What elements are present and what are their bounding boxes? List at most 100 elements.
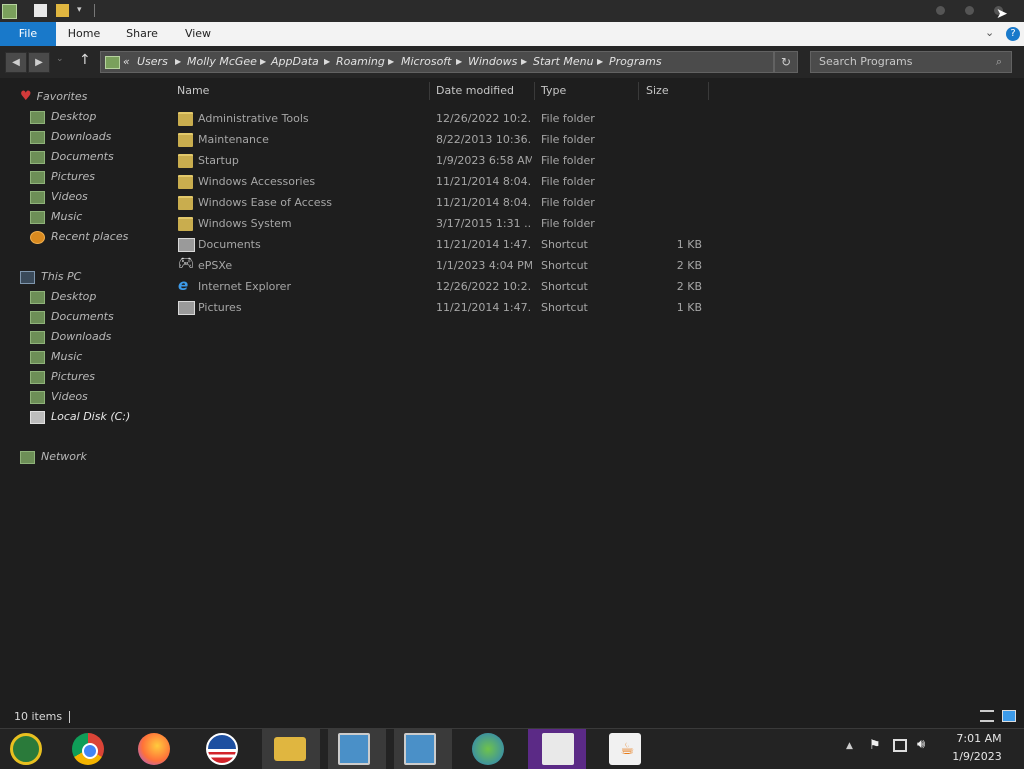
- file-row[interactable]: Documents 11/21/2014 1:47... Shortcut 1 …: [170, 234, 710, 255]
- breadcrumb-start-menu[interactable]: Start Menu: [533, 52, 594, 72]
- minimize-button[interactable]: [936, 6, 945, 15]
- clock-date[interactable]: 1/9/2023: [946, 750, 1008, 763]
- network-status-icon[interactable]: [893, 739, 907, 752]
- file-date: 8/22/2013 10:36...: [436, 133, 532, 146]
- file-row[interactable]: Windows Accessories 11/21/2014 8:04... F…: [170, 171, 710, 192]
- new-folder-icon[interactable]: [56, 4, 69, 17]
- library-shortcut-icon: [178, 238, 195, 252]
- breadcrumb-separator-icon[interactable]: ▶: [175, 52, 181, 72]
- breadcrumb-separator-icon[interactable]: ▶: [388, 52, 394, 72]
- breadcrumb-separator-icon[interactable]: ▶: [324, 52, 330, 72]
- column-divider[interactable]: [638, 82, 639, 100]
- nav-favorites[interactable]: ♥ Favorites: [20, 88, 87, 106]
- nav-pc-local-disk[interactable]: Local Disk (C:): [30, 408, 130, 426]
- show-hidden-icons[interactable]: ▲: [846, 741, 853, 751]
- column-divider[interactable]: [534, 82, 535, 100]
- recent-locations-icon[interactable]: ⌄: [56, 54, 64, 64]
- forward-button[interactable]: ▶: [28, 52, 50, 73]
- up-arrow-icon[interactable]: ↑: [79, 52, 91, 68]
- help-icon[interactable]: ?: [1006, 27, 1020, 41]
- nav-favorites-music[interactable]: Music: [30, 208, 82, 226]
- expand-ribbon-icon[interactable]: ⌄: [985, 26, 994, 39]
- details-view-icon[interactable]: [980, 710, 994, 722]
- downloads-icon: [30, 330, 45, 344]
- maximize-button[interactable]: [965, 6, 974, 15]
- address-bar[interactable]: « Users ▶ Molly McGee ▶ AppData ▶ Roamin…: [100, 51, 774, 73]
- nav-favorites-pictures[interactable]: Pictures: [30, 168, 95, 186]
- breadcrumb-users[interactable]: Users: [137, 52, 168, 72]
- refresh-button[interactable]: ↻: [774, 51, 798, 73]
- breadcrumb-windows[interactable]: Windows: [468, 52, 517, 72]
- nav-label: Local Disk (C:): [51, 410, 131, 423]
- nav-pc-music[interactable]: Music: [30, 348, 82, 366]
- column-header-type[interactable]: Type: [541, 82, 631, 100]
- breadcrumb-overflow[interactable]: «: [123, 52, 130, 72]
- file-name: Startup: [198, 154, 239, 167]
- nav-favorites-videos[interactable]: Videos: [30, 188, 88, 206]
- breadcrumb-separator-icon[interactable]: ▶: [260, 52, 266, 72]
- tab-file[interactable]: File: [0, 22, 56, 46]
- back-button[interactable]: ◀: [5, 52, 27, 73]
- column-divider[interactable]: [429, 82, 430, 100]
- nav-pc-documents[interactable]: Documents: [30, 308, 114, 326]
- taskbar-file-explorer[interactable]: [262, 729, 320, 769]
- nav-favorites-downloads[interactable]: Downloads: [30, 128, 111, 146]
- file-row[interactable]: 🎮︎ ePSXe 1/1/2023 4:04 PM Shortcut 2 KB: [170, 255, 710, 276]
- chevron-down-icon[interactable]: ▾: [77, 5, 82, 15]
- file-row[interactable]: Maintenance 8/22/2013 10:36... File fold…: [170, 129, 710, 150]
- properties-icon[interactable]: [34, 4, 47, 17]
- taskbar-network-setup-1[interactable]: [328, 729, 386, 769]
- nav-pc-pictures[interactable]: Pictures: [30, 368, 95, 386]
- search-icon[interactable]: ⌕: [987, 52, 1011, 72]
- breadcrumb-roaming[interactable]: Roaming: [336, 52, 385, 72]
- tab-view[interactable]: View: [178, 22, 218, 46]
- tab-share[interactable]: Share: [120, 22, 164, 46]
- breadcrumb-separator-icon[interactable]: ▶: [521, 52, 527, 72]
- file-row[interactable]: e Internet Explorer 12/26/2022 10:2... S…: [170, 276, 710, 297]
- nav-favorites-desktop[interactable]: Desktop: [30, 108, 96, 126]
- nav-pc-desktop[interactable]: Desktop: [30, 288, 96, 306]
- taskbar-media-center[interactable]: [0, 729, 52, 769]
- action-center-flag-icon[interactable]: ⚑: [869, 738, 881, 753]
- taskbar-messenger[interactable]: [462, 729, 520, 769]
- column-divider[interactable]: [708, 82, 709, 100]
- taskbar-network-setup-2[interactable]: [394, 729, 452, 769]
- file-row[interactable]: Administrative Tools 12/26/2022 10:2... …: [170, 108, 710, 129]
- breadcrumb-microsoft[interactable]: Microsoft: [401, 52, 452, 72]
- nav-pc-videos[interactable]: Videos: [30, 388, 88, 406]
- breadcrumb-molly-mcgee[interactable]: Molly McGee: [187, 52, 257, 72]
- chrome-center: [82, 743, 98, 759]
- large-icons-view-icon[interactable]: [1002, 710, 1016, 722]
- nav-pc-downloads[interactable]: Downloads: [30, 328, 111, 346]
- breadcrumb-programs[interactable]: Programs: [609, 52, 662, 72]
- taskbar-firefox[interactable]: [128, 729, 180, 769]
- nav-favorites-recent-places[interactable]: Recent places: [30, 228, 128, 246]
- taskbar-task-list[interactable]: [528, 729, 586, 769]
- column-header-size[interactable]: Size: [646, 82, 706, 100]
- column-header-name[interactable]: Name: [177, 82, 417, 100]
- file-row[interactable]: Pictures 11/21/2014 1:47... Shortcut 1 K…: [170, 297, 710, 318]
- breadcrumb-appdata[interactable]: AppData: [271, 52, 319, 72]
- folder-path-icon: [105, 56, 120, 69]
- volume-icon[interactable]: 🔊︎: [917, 737, 925, 752]
- column-header-date[interactable]: Date modified: [436, 82, 532, 100]
- clock-time[interactable]: 7:01 AM: [950, 732, 1008, 745]
- explorer-icon[interactable]: [2, 4, 17, 19]
- file-name: Administrative Tools: [198, 112, 309, 125]
- file-row[interactable]: Startup 1/9/2023 6:58 AM File folder: [170, 150, 710, 171]
- file-row[interactable]: Windows System 3/17/2015 1:31 ... File f…: [170, 213, 710, 234]
- breadcrumb-separator-icon[interactable]: ▶: [597, 52, 603, 72]
- search-input[interactable]: Search Programs ⌕: [810, 51, 1012, 73]
- file-size: 1 KB: [676, 301, 702, 314]
- tab-home[interactable]: Home: [64, 22, 104, 46]
- nav-network[interactable]: Network: [20, 448, 87, 466]
- taskbar-java[interactable]: ☕︎: [596, 729, 654, 769]
- file-size: [640, 213, 702, 234]
- nav-favorites-documents[interactable]: Documents: [30, 148, 114, 166]
- file-row[interactable]: Windows Ease of Access 11/21/2014 8:04..…: [170, 192, 710, 213]
- breadcrumb-separator-icon[interactable]: ▶: [456, 52, 462, 72]
- taskbar-obama[interactable]: [196, 729, 248, 769]
- taskbar-chrome[interactable]: [62, 729, 114, 769]
- nav-this-pc[interactable]: This PC: [20, 268, 81, 286]
- file-size: 2 KB: [676, 259, 702, 272]
